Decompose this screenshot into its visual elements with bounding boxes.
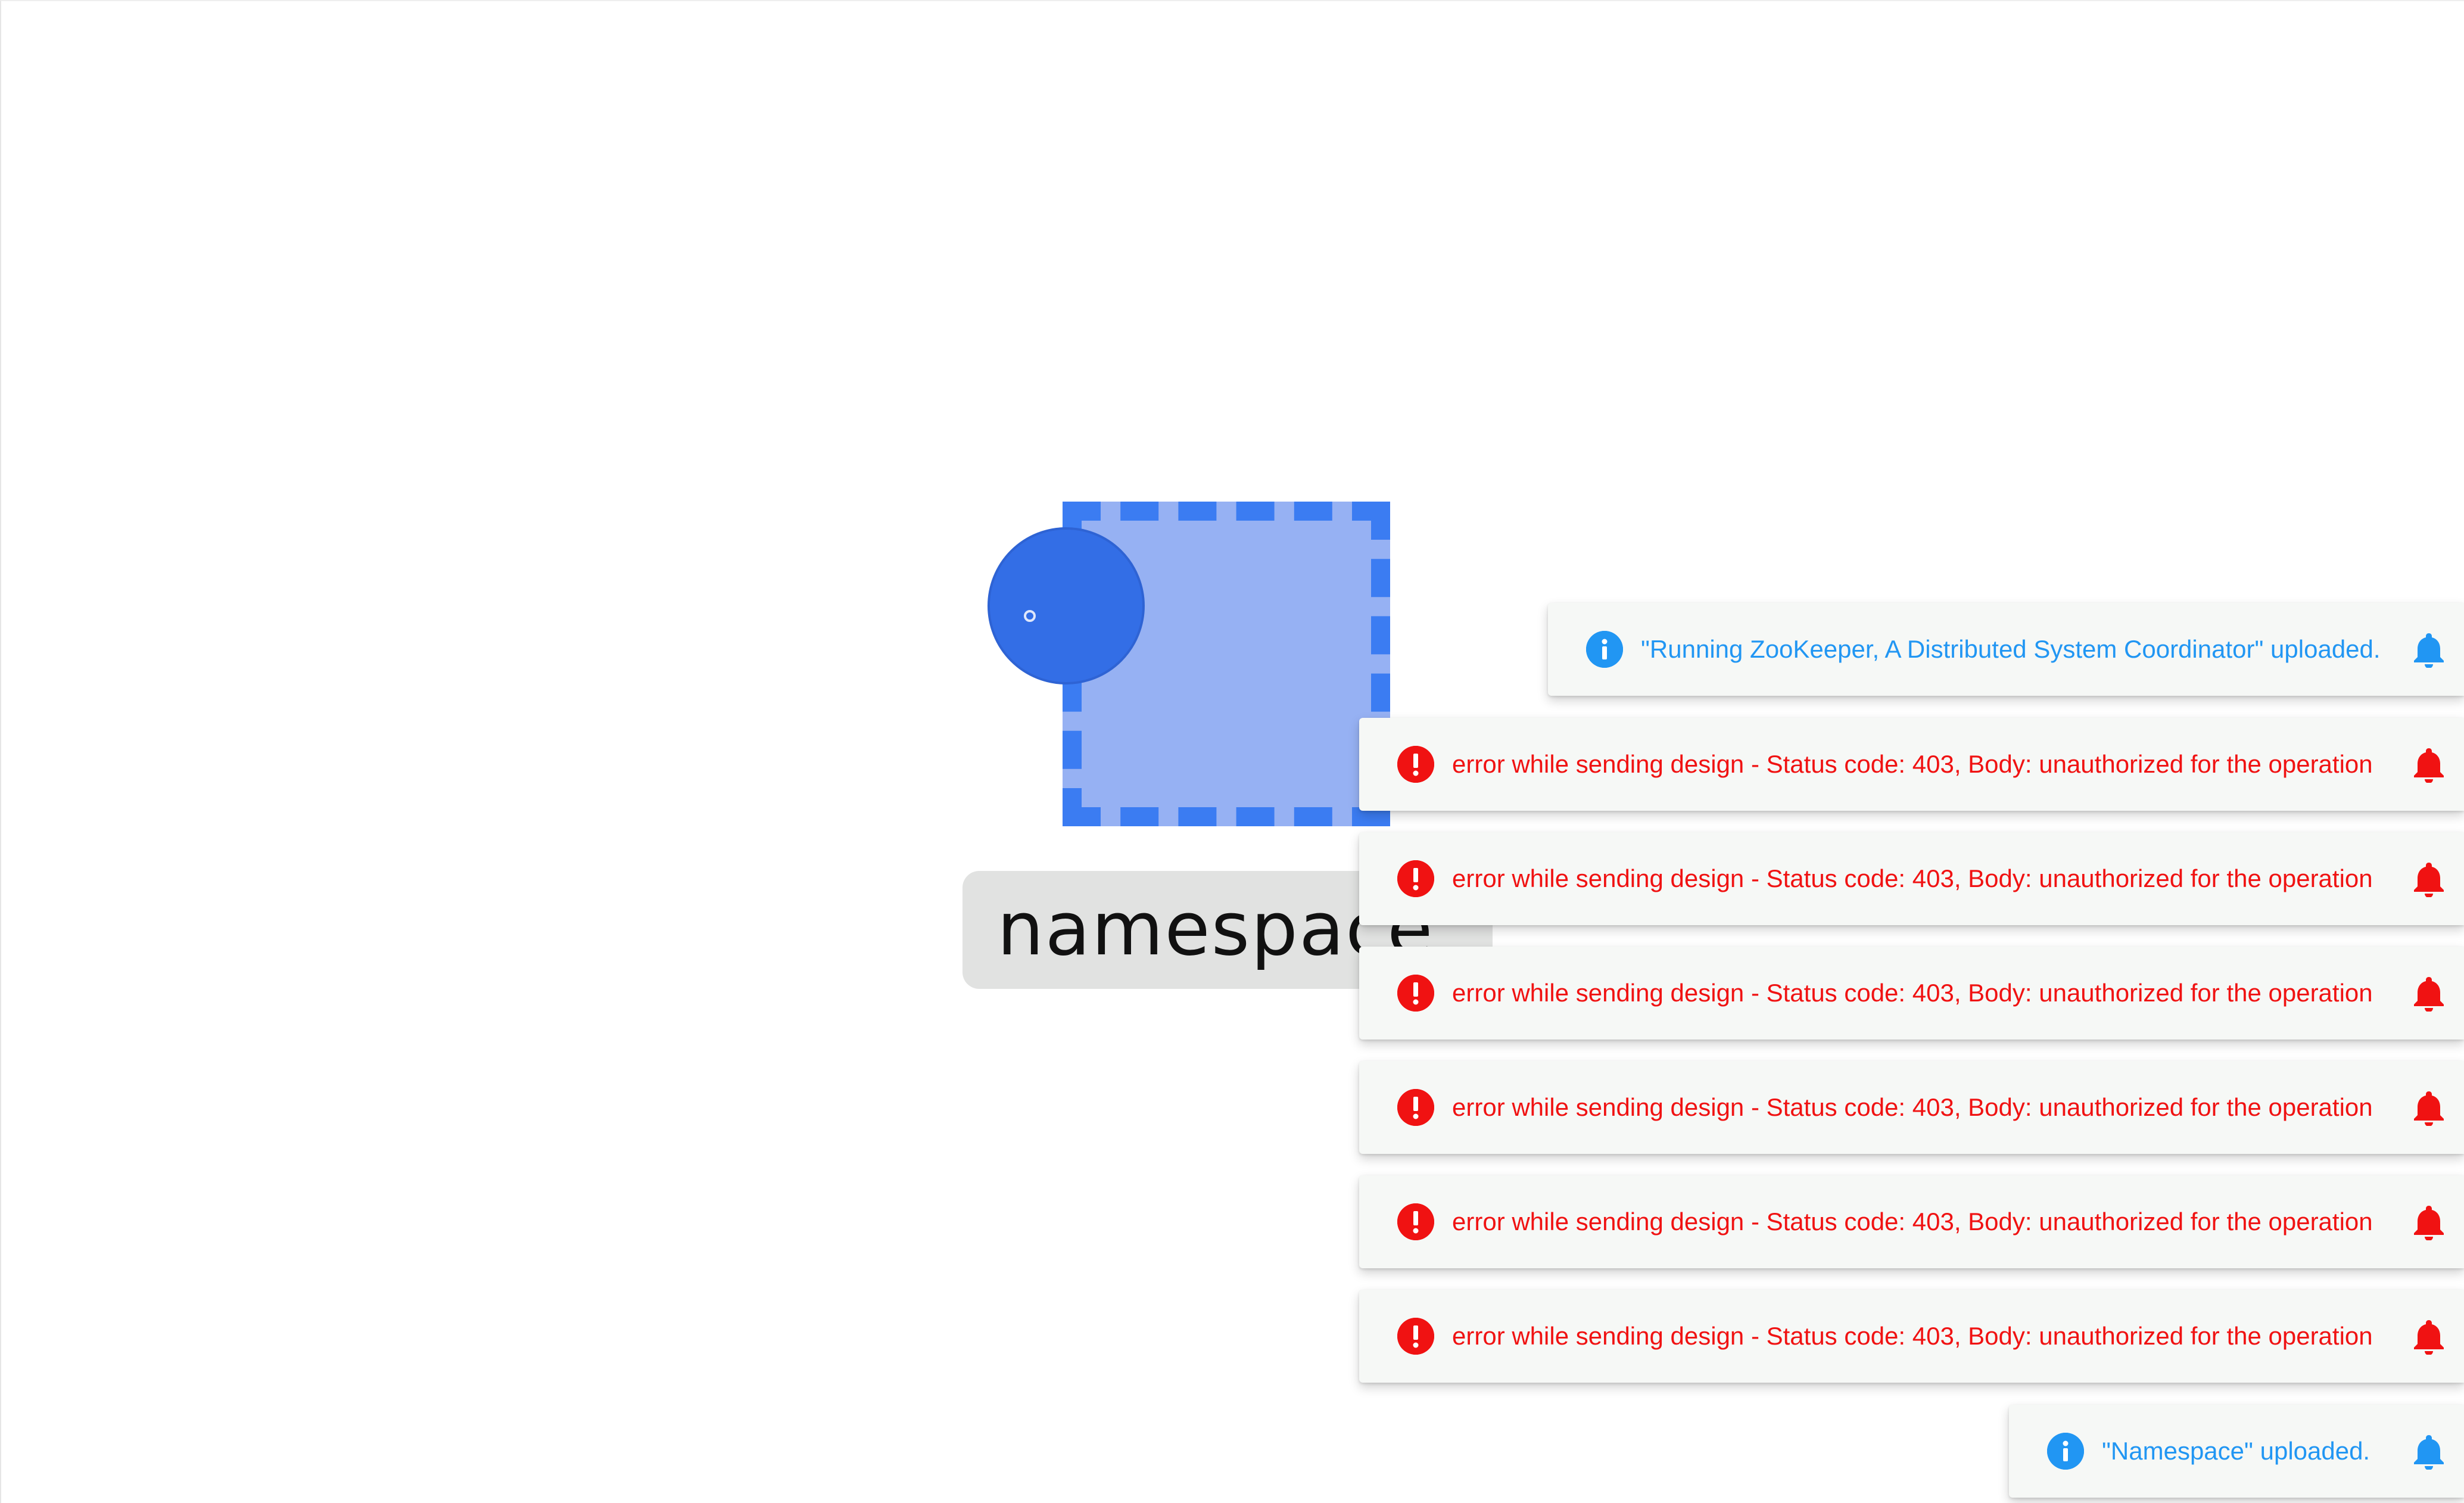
bell-icon[interactable] xyxy=(2412,860,2446,898)
notification-message: "Namespace" uploaded. xyxy=(2102,1437,2370,1465)
notification-message: "Running ZooKeeper, A Distributed System… xyxy=(1641,635,2381,663)
bell-icon[interactable] xyxy=(2412,1318,2446,1355)
error-icon xyxy=(1397,1318,1434,1355)
design-canvas[interactable]: namespace "Running ZooKeeper, A Distribu… xyxy=(0,0,2464,1503)
bell-icon[interactable] xyxy=(2412,975,2446,1012)
info-icon xyxy=(2047,1433,2084,1470)
connection-point-icon[interactable] xyxy=(1024,610,1036,622)
error-icon xyxy=(1397,860,1434,897)
notification-message: error while sending design - Status code… xyxy=(1452,1093,2373,1121)
notification-toast[interactable]: "Namespace" uploaded. xyxy=(2009,1405,2464,1498)
notification-message: error while sending design - Status code… xyxy=(1452,1322,2373,1350)
notification-toast[interactable]: error while sending design - Status code… xyxy=(1359,832,2464,925)
error-icon xyxy=(1397,746,1434,783)
error-icon xyxy=(1397,1089,1434,1126)
bell-icon[interactable] xyxy=(2412,1433,2446,1470)
notification-message: error while sending design - Status code… xyxy=(1452,979,2373,1007)
error-icon xyxy=(1397,975,1434,1012)
notification-message: error while sending design - Status code… xyxy=(1452,864,2373,892)
notification-message: error while sending design - Status code… xyxy=(1452,750,2373,778)
notification-toast[interactable]: error while sending design - Status code… xyxy=(1359,1061,2464,1154)
notification-toast[interactable]: error while sending design - Status code… xyxy=(1359,1290,2464,1383)
bell-icon[interactable] xyxy=(2412,746,2446,783)
notification-toast[interactable]: "Running ZooKeeper, A Distributed System… xyxy=(1548,603,2464,696)
bell-icon[interactable] xyxy=(2412,631,2446,668)
error-icon xyxy=(1397,1203,1434,1240)
info-icon xyxy=(1586,631,1623,668)
namespace-node-handle[interactable] xyxy=(988,527,1145,684)
bell-icon[interactable] xyxy=(2412,1203,2446,1241)
notification-toast[interactable]: error while sending design - Status code… xyxy=(1359,718,2464,811)
notification-toast[interactable]: error while sending design - Status code… xyxy=(1359,1175,2464,1268)
notification-toast[interactable]: error while sending design - Status code… xyxy=(1359,947,2464,1040)
notification-message: error while sending design - Status code… xyxy=(1452,1208,2373,1236)
bell-icon[interactable] xyxy=(2412,1089,2446,1127)
